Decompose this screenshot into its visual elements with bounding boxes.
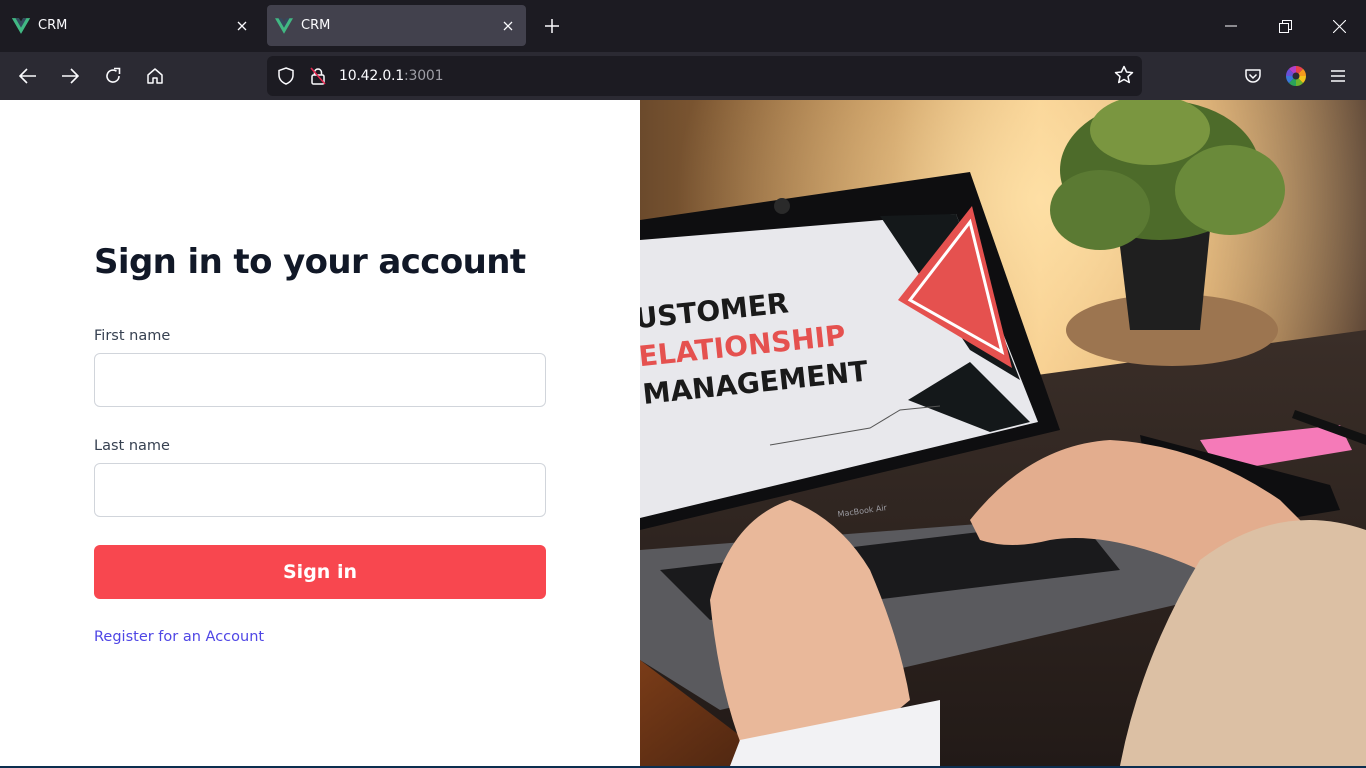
plus-icon bbox=[545, 19, 559, 33]
webcam-cover bbox=[774, 198, 790, 214]
url-text[interactable]: 10.42.0.1:3001 bbox=[339, 68, 444, 84]
restore-button[interactable] bbox=[1269, 10, 1301, 42]
restore-icon bbox=[1278, 19, 1292, 33]
plant-pot bbox=[1118, 230, 1210, 330]
tracking-shield-icon[interactable] bbox=[275, 65, 297, 87]
url-bar[interactable]: 10.42.0.1:3001 bbox=[267, 56, 1142, 96]
forward-button[interactable] bbox=[54, 60, 86, 92]
sign-in-button[interactable]: Sign in bbox=[94, 545, 546, 599]
first-name-input[interactable] bbox=[94, 353, 546, 407]
home-icon bbox=[147, 68, 163, 84]
first-name-label: First name bbox=[94, 328, 171, 344]
minimize-button[interactable] bbox=[1215, 10, 1247, 42]
register-link[interactable]: Register for an Account bbox=[94, 629, 264, 645]
url-host: 10.42.0.1 bbox=[339, 68, 404, 84]
minimize-icon bbox=[1225, 25, 1237, 27]
tab-crm-2[interactable]: CRM bbox=[267, 5, 526, 46]
bookmark-star-icon[interactable] bbox=[1114, 65, 1134, 90]
pocket-button[interactable] bbox=[1237, 60, 1269, 92]
tab-strip: CRM CRM bbox=[0, 0, 1366, 52]
hero-image: USTOMER ELATIONSHIP MANAGEMENT MacBook A… bbox=[640, 100, 1366, 766]
vue-logo-icon bbox=[12, 17, 30, 34]
pocket-icon bbox=[1245, 69, 1261, 83]
last-name-label: Last name bbox=[94, 438, 170, 454]
hamburger-menu-icon bbox=[1331, 70, 1345, 82]
close-icon bbox=[1332, 19, 1346, 33]
insecure-lock-icon[interactable] bbox=[307, 65, 329, 87]
tab-title: CRM bbox=[301, 18, 331, 33]
new-tab-button[interactable] bbox=[540, 14, 564, 38]
tab-title: CRM bbox=[38, 18, 68, 33]
navigation-toolbar: 10.42.0.1:3001 bbox=[0, 52, 1366, 100]
forward-arrow-icon bbox=[62, 68, 79, 84]
back-arrow-icon bbox=[19, 68, 36, 84]
color-extension-button[interactable] bbox=[1280, 60, 1312, 92]
hero-photo: USTOMER ELATIONSHIP MANAGEMENT MacBook A… bbox=[640, 100, 1366, 766]
last-name-input[interactable] bbox=[94, 463, 546, 517]
reload-button[interactable] bbox=[97, 60, 129, 92]
home-button[interactable] bbox=[139, 60, 171, 92]
close-tab-icon[interactable] bbox=[496, 14, 520, 38]
app-menu-button[interactable] bbox=[1322, 60, 1354, 92]
color-extension-icon bbox=[1286, 66, 1306, 86]
tab-crm-1[interactable]: CRM bbox=[4, 5, 260, 46]
close-window-button[interactable] bbox=[1323, 10, 1355, 42]
url-port: :3001 bbox=[404, 68, 444, 84]
reload-icon bbox=[106, 67, 121, 83]
close-tab-icon[interactable] bbox=[230, 14, 254, 38]
login-panel: Sign in to your account First name Last … bbox=[0, 100, 640, 766]
back-button[interactable] bbox=[12, 60, 44, 92]
vue-logo-icon bbox=[275, 17, 293, 34]
page-content: Sign in to your account First name Last … bbox=[0, 100, 1366, 768]
page-title: Sign in to your account bbox=[94, 242, 526, 282]
